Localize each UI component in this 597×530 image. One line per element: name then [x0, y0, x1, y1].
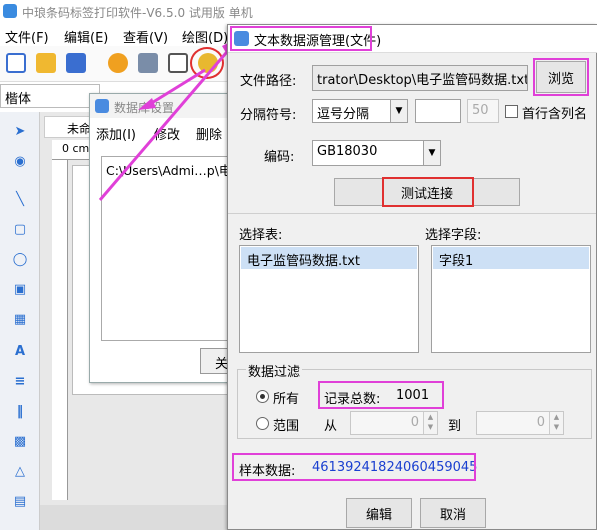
- first-row-header-checkbox[interactable]: [505, 105, 518, 118]
- filter-all-radio[interactable]: [256, 390, 269, 403]
- separator-label: 分隔符号:: [240, 108, 297, 123]
- file-path-field[interactable]: trator\Desktop\电子监管码数据.txt: [312, 65, 528, 91]
- field-list[interactable]: 字段1: [431, 245, 591, 353]
- text-datasource-dialog: 文本数据源管理(文件) 文件路径: trator\Desktop\电子监管码数据…: [227, 24, 597, 530]
- range-from-spinner-icon: ▲ ▼: [423, 412, 437, 434]
- separator-value: 逗号分隔: [317, 107, 370, 122]
- separator-number-value: 50: [472, 103, 489, 118]
- filter-range-radio[interactable]: [256, 417, 269, 430]
- separator-dropdown-icon[interactable]: ▼: [390, 99, 408, 123]
- range-from-label: 从: [324, 419, 338, 434]
- select-field-label: 选择字段:: [425, 228, 482, 243]
- edit-button-label: 编辑: [365, 507, 392, 523]
- range-to-input: 0 ▲ ▼: [476, 411, 564, 435]
- filter-all-label: 所有: [273, 392, 300, 407]
- arrow-db-to-text-dialog: [98, 45, 234, 201]
- filter-range-label: 范围: [273, 419, 300, 434]
- separator-select[interactable]: 逗号分隔: [312, 99, 392, 123]
- table-list[interactable]: 电子监管码数据.txt: [239, 245, 419, 353]
- cancel-button[interactable]: 取消: [420, 498, 486, 528]
- file-path-value: trator\Desktop\电子监管码数据.txt: [317, 73, 528, 88]
- file-path-label: 文件路径:: [240, 74, 297, 89]
- divider: [228, 213, 596, 214]
- range-to-spinner-icon: ▲ ▼: [549, 412, 563, 434]
- encoding-dropdown-icon[interactable]: ▼: [423, 140, 441, 166]
- separator-number-input: 50: [467, 99, 499, 123]
- field-list-item[interactable]: 字段1: [433, 247, 589, 269]
- title-highlight: [230, 26, 372, 51]
- encoding-label: 编码:: [264, 150, 295, 165]
- range-from-input: 0 ▲ ▼: [350, 411, 438, 435]
- test-connection-highlight: [382, 177, 474, 207]
- encoding-select[interactable]: GB18030: [312, 140, 424, 166]
- range-to-label: 到: [448, 419, 462, 434]
- range-from-value: 0: [410, 415, 419, 430]
- separator-custom-input[interactable]: [415, 99, 461, 123]
- range-to-value: 0: [536, 415, 545, 430]
- encoding-value: GB18030: [317, 144, 378, 159]
- record-total-highlight: [318, 381, 444, 409]
- data-filter-title: 数据过滤: [246, 361, 303, 380]
- first-row-header-label: 首行含列名: [522, 107, 588, 122]
- table-list-item[interactable]: 电子监管码数据.txt: [241, 247, 417, 269]
- browse-highlight: [533, 58, 589, 96]
- select-table-label: 选择表:: [239, 228, 283, 243]
- arrowhead-1: [138, 98, 156, 110]
- sample-data-highlight: [232, 453, 476, 481]
- cancel-button-label: 取消: [439, 507, 466, 523]
- edit-button[interactable]: 编辑: [346, 498, 412, 528]
